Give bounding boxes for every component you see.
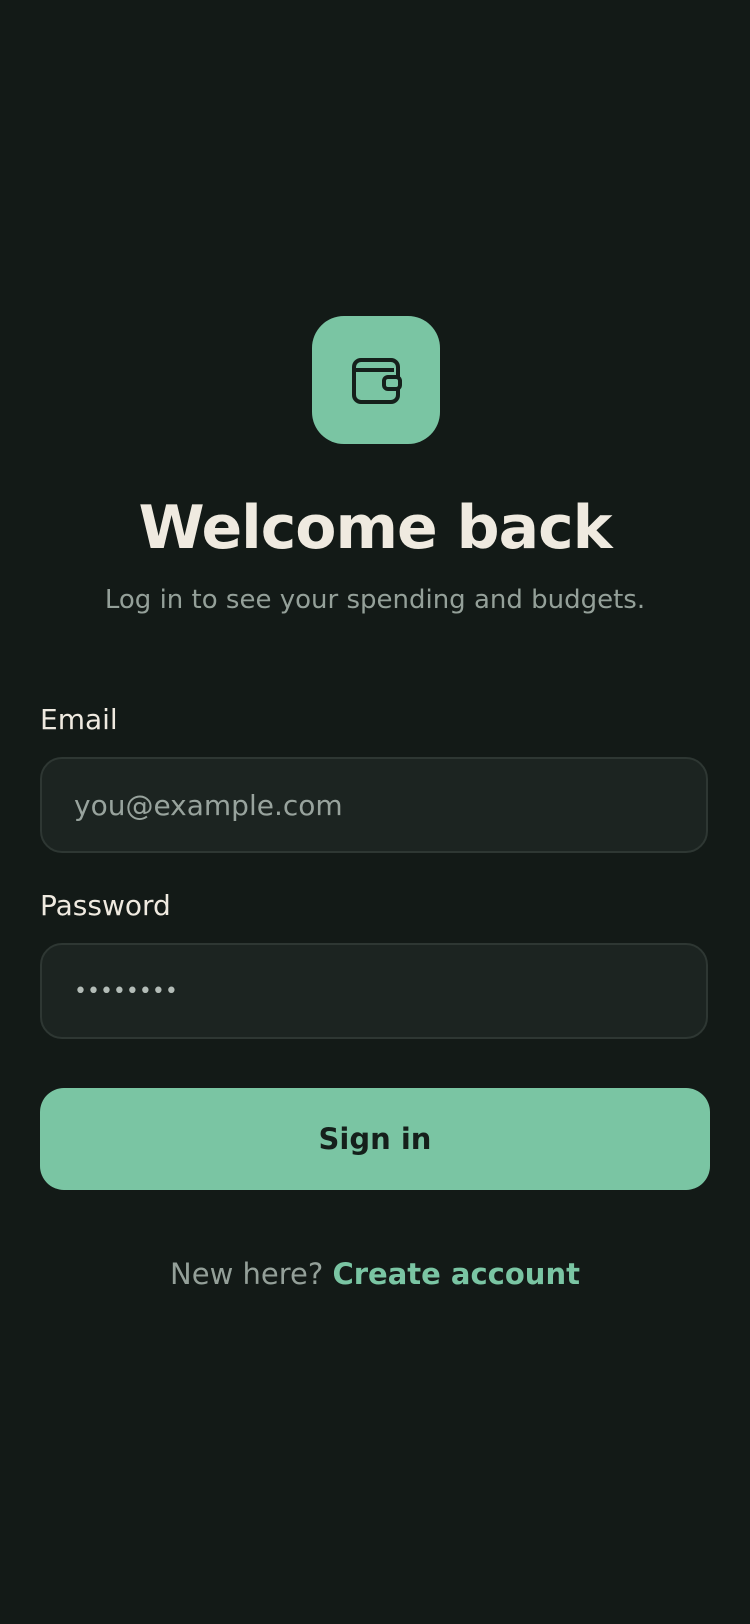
password-masked-value: •••••••• <box>74 978 178 1004</box>
password-label: Password <box>40 889 171 922</box>
signup-prompt: New here? Create account <box>0 1254 750 1294</box>
signup-prompt-text: New here? <box>170 1257 324 1291</box>
email-label: Email <box>40 703 118 736</box>
wallet-icon <box>352 358 402 404</box>
page-title: Welcome back <box>138 493 612 563</box>
password-field[interactable]: •••••••• <box>40 943 708 1039</box>
email-placeholder: you@example.com <box>74 788 343 822</box>
email-field[interactable]: you@example.com <box>40 757 708 853</box>
login-screen: Welcome back Log in to see your spending… <box>0 0 750 1624</box>
create-account-link[interactable]: Create account <box>332 1257 579 1291</box>
page-subtitle: Log in to see your spending and budgets. <box>104 585 646 615</box>
sign-in-button-label: Sign in <box>318 1122 432 1156</box>
sign-in-button[interactable]: Sign in <box>40 1088 710 1190</box>
app-logo <box>312 316 440 444</box>
